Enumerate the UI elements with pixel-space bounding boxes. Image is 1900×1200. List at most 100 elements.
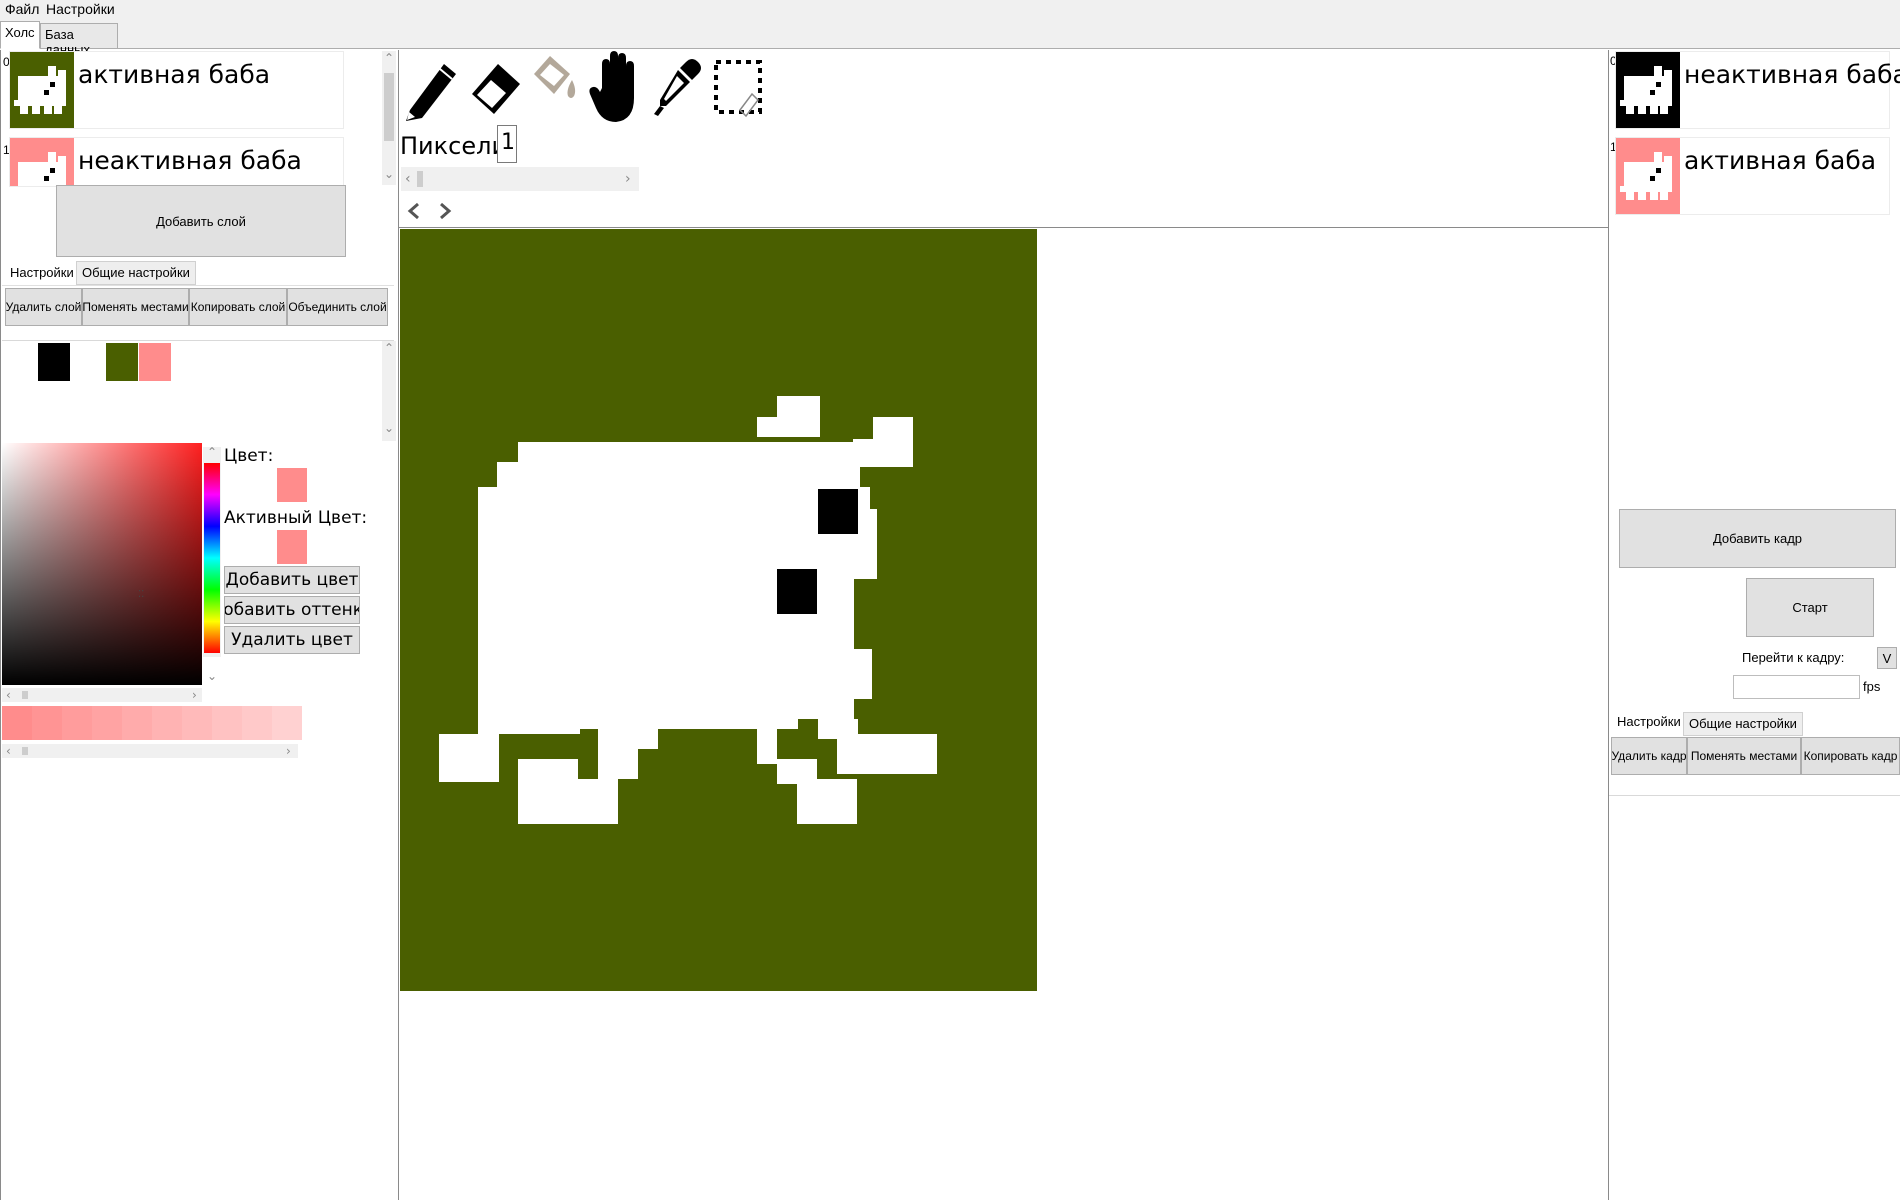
dog-body [478,699,580,734]
layer-thumbnail-icon [10,52,74,128]
scroll-left-icon[interactable]: ‹ [6,744,11,758]
goto-frame-button[interactable]: V [1877,647,1897,669]
palette-swatch-green[interactable] [106,343,138,381]
layer-label: активная баба [78,60,271,89]
tab-layer-settings[interactable]: Настройки [4,261,80,285]
goto-frame-label: Перейти к кадру: [1742,650,1845,665]
palette-scrollbar[interactable]: ⌃ ⌄ [382,341,396,441]
dog-ear [757,417,820,437]
scroll-down-icon[interactable]: ⌄ [207,669,217,683]
merge-layer-button[interactable]: Объединить слой [287,288,388,326]
undo-icon[interactable] [406,202,422,220]
fps-unit-label: fps [1863,679,1881,694]
shade-swatch[interactable] [62,706,92,740]
hand-icon[interactable] [588,50,644,124]
palette-swatch-black[interactable] [38,343,70,381]
copy-frame-button[interactable]: Копировать кадр [1801,737,1900,775]
frame-thumbnail-icon [1616,52,1680,128]
fill-bucket-icon[interactable] [528,50,580,108]
dog-back-leg [478,729,498,762]
layer-list-scrollbar[interactable]: ⌃ ⌄ [382,51,396,185]
delete-frame-button[interactable]: Удалить кадр [1611,737,1687,775]
swap-frames-button[interactable]: Поменять местами [1687,737,1801,775]
frame-item-0[interactable]: неактивная баба [1615,51,1900,129]
scroll-right-icon[interactable]: › [625,171,631,187]
add-layer-button[interactable]: Добавить слой [56,185,346,257]
picker-cursor-icon: ⁚⁚ [138,589,145,600]
palette-swatch-pink[interactable] [139,343,171,381]
scroll-thumb[interactable] [22,691,28,699]
pixel-size-scrollbar[interactable]: ‹ › [401,167,639,191]
scroll-left-icon[interactable]: ‹ [6,688,11,702]
shade-swatch[interactable] [122,706,152,740]
tab-layer-general-settings[interactable]: Общие настройки [76,261,196,285]
color-label: Цвет: [224,446,274,466]
add-color-button[interactable]: Добавить цвет [224,566,360,594]
shade-swatch[interactable] [32,706,62,740]
selection-icon[interactable] [712,58,768,118]
add-shades-button[interactable]: Добавить оттенки [224,596,360,624]
tab-frame-general-settings[interactable]: Общие настройки [1683,712,1803,736]
dog-eye [818,489,858,534]
menu-file[interactable]: Файл [5,1,39,17]
frame-item-1[interactable]: активная баба [1615,137,1890,215]
shade-swatch[interactable] [212,706,242,740]
pixel-size-input[interactable]: 1 [497,125,517,163]
current-color-swatch [277,468,307,502]
scroll-thumb[interactable] [417,171,423,187]
pencil-icon[interactable] [400,52,462,122]
palette-swatch-white[interactable] [75,343,107,381]
tab-canvas[interactable]: Холс [0,21,40,49]
picker-h-scrollbar[interactable]: ‹ › [2,688,202,702]
hue-slider[interactable] [204,463,220,653]
shades-strip [2,706,302,740]
dog-back-leg [518,779,618,824]
scroll-right-icon[interactable]: › [286,744,291,758]
tab-database[interactable]: База данных [40,23,118,57]
swap-layers-button[interactable]: Поменять местами [82,288,189,326]
frame-label: неактивная баба [1684,60,1900,89]
layer-item-active[interactable]: активная баба [9,51,344,129]
layer-item-inactive[interactable]: неактивная баба [9,137,344,187]
add-frame-button[interactable]: Добавить кадр [1619,509,1896,568]
frame-label: активная баба [1684,146,1877,175]
scroll-left-icon[interactable]: ‹ [405,171,411,187]
shade-swatch[interactable] [2,706,32,740]
divider [2,285,394,286]
scroll-right-icon[interactable]: › [192,688,197,702]
menu-settings[interactable]: Настройки [46,1,115,17]
dog-front-leg [837,734,937,774]
color-saturation-field[interactable]: ⁚⁚ [2,443,202,685]
shade-swatch[interactable] [242,706,272,740]
scroll-up-icon[interactable]: ⌃ [384,51,394,65]
scroll-thumb[interactable] [22,747,28,755]
scroll-down-icon[interactable]: ⌄ [384,421,394,435]
tab-frame-settings[interactable]: Настройки [1611,710,1687,734]
shade-swatch[interactable] [182,706,212,740]
fps-input[interactable] [1733,675,1860,699]
layer-list: 0 активная баба 1 неактивная баба ⌃ ⌄ [2,51,396,187]
dog-front-leg [797,779,857,824]
active-color-label: Активный Цвет: [224,508,368,528]
scroll-up-icon[interactable]: ⌃ [207,445,217,459]
scroll-up-icon[interactable]: ⌃ [384,341,394,355]
copy-layer-button[interactable]: Копировать слой [189,288,287,326]
delete-color-button[interactable]: Удалить цвет [224,626,360,654]
dog-back-leg [598,729,658,749]
scroll-down-icon[interactable]: ⌄ [384,167,394,181]
shade-swatch[interactable] [92,706,122,740]
dog-nose [777,569,817,614]
shade-swatch[interactable] [272,706,302,740]
eraser-icon[interactable] [464,56,526,120]
dog-front-leg [818,719,858,739]
hue-scroll[interactable]: ⌃ ⌄ [203,445,221,683]
eyedropper-icon[interactable] [652,56,704,118]
dog-body [478,487,870,512]
shades-scrollbar[interactable]: ‹ › [2,744,298,758]
scroll-thumb[interactable] [384,73,394,141]
shade-swatch[interactable] [152,706,182,740]
redo-icon[interactable] [437,202,453,220]
drawing-canvas[interactable] [400,229,1037,991]
delete-layer-button[interactable]: Удалить слой [5,288,82,326]
start-button[interactable]: Старт [1746,578,1874,637]
